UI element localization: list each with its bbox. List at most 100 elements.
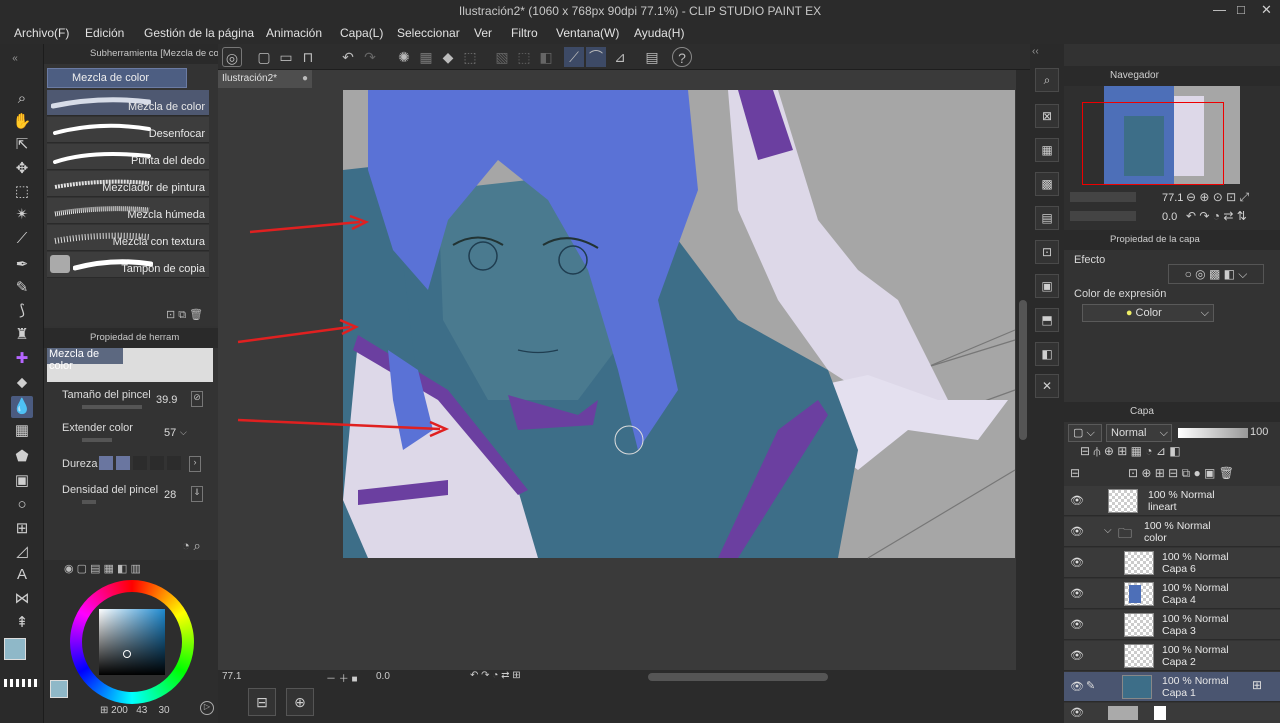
crop-icon[interactable]: ⬚ xyxy=(514,47,534,67)
color-panel-tabs[interactable]: ◉ ▢ ▤ ▦ ◧ ▥ xyxy=(64,562,141,575)
brush-item-punta-del-dedo[interactable]: Punta del dedo xyxy=(47,144,209,170)
extend-color-slider[interactable] xyxy=(82,438,112,442)
layer-row[interactable]: 👁 100 % Normal Capa 2 xyxy=(1064,641,1280,671)
rotation-controls-icon[interactable]: ↶ ↷ ◔ ⇄ ⊞ xyxy=(470,670,521,681)
layer-lock-icons[interactable]: ⊟ ⫛ ⊕ ⊞ ▦ ◔ ⊿ ◧ xyxy=(1080,444,1181,459)
navigator-rotation-value[interactable]: 0.0 xyxy=(1162,211,1177,223)
eye-icon[interactable]: 👁 xyxy=(1070,618,1084,631)
gradient-mesh-icon[interactable]: ▦ xyxy=(11,420,33,442)
brush-item-mezcla-de-color[interactable]: Mezcla de color xyxy=(47,90,209,116)
document-tab[interactable]: Ilustración2* ● xyxy=(218,70,312,88)
page-manager-icon[interactable]: ⊟ xyxy=(248,688,276,716)
layer-action-icons[interactable]: ⊡ ⊕ ⊞ ⊟ ⧉ ● ▣ 🗑 xyxy=(1128,466,1234,481)
brush-density-slider[interactable] xyxy=(82,500,96,504)
menu-edit[interactable]: Edición xyxy=(85,26,124,40)
snap-icon[interactable]: ⌒ xyxy=(586,47,606,67)
undo-icon[interactable]: ↶ xyxy=(338,47,358,67)
menu-page[interactable]: Gestión de la página xyxy=(144,26,254,40)
layer-row-selected[interactable]: 👁 ✎ 100 % Normal Capa 1 ⊞ xyxy=(1064,672,1280,702)
close-tab-icon[interactable]: ● xyxy=(302,70,308,88)
stabilizer-icon[interactable]: ⟋ xyxy=(564,47,584,67)
selection-tool-icon[interactable]: ⬚ xyxy=(11,181,33,203)
eyedropper-icon[interactable]: ⟋ xyxy=(11,228,33,250)
brush-size-value[interactable]: 39.9 xyxy=(156,394,177,406)
frame-tool-icon[interactable]: ⊞ xyxy=(11,518,33,540)
brush-item-tampon-de-copia[interactable]: Tampón de copia xyxy=(47,252,209,278)
transform-icon[interactable]: ⬚ xyxy=(460,47,480,67)
menu-filter[interactable]: Filtro xyxy=(511,26,538,40)
spinner-icon[interactable]: ⌵ xyxy=(180,427,187,438)
zoom-controls-icon[interactable]: － ＋ ■ xyxy=(326,670,358,685)
quick-action-6-icon[interactable]: ▣ xyxy=(1035,274,1059,298)
airbrush-tool-icon[interactable]: ♜ xyxy=(11,324,33,346)
navigator-zoom-controls-icon[interactable]: ⊖ ⊕ ⊙ ⊡ ⤢ xyxy=(1186,190,1249,205)
brush-item-desenfocar[interactable]: Desenfocar xyxy=(47,117,209,143)
opacity-value[interactable]: 100 xyxy=(1250,426,1268,438)
clear-outside-icon[interactable]: ▦ xyxy=(416,47,436,67)
canvas-viewport[interactable] xyxy=(218,70,1030,670)
navigator-zoom-slider[interactable] xyxy=(1070,192,1136,202)
quick-action-5-icon[interactable]: ⊡ xyxy=(1035,240,1059,264)
layer-folder-row[interactable]: 👁 ⌵ 🗀 100 % Normal color xyxy=(1064,517,1280,547)
open-file-icon[interactable]: ▭ xyxy=(276,47,296,67)
operation-tool-icon[interactable]: ⇱ xyxy=(11,134,33,156)
close-icon[interactable]: ✕ xyxy=(1261,2,1272,18)
quick-action-7-icon[interactable]: ⬒ xyxy=(1035,308,1059,332)
hardness-step-1[interactable] xyxy=(99,456,113,470)
text-tool-icon[interactable]: A xyxy=(11,564,33,586)
search-icon[interactable]: ⌕ xyxy=(1035,68,1059,92)
paper-layer-row[interactable]: 👁 xyxy=(1064,703,1280,723)
layer-row[interactable]: 👁 100 % Normal lineart xyxy=(1064,486,1280,516)
quick-action-8-icon[interactable]: ◧ xyxy=(1035,342,1059,366)
blend-tool-icon[interactable]: 💧 xyxy=(11,396,33,418)
vertical-scrollbar[interactable] xyxy=(1016,70,1030,670)
subtool-footer-icons[interactable]: ⊡ ⧉ 🗑 xyxy=(166,308,203,322)
navigator-viewport-rect[interactable] xyxy=(1082,102,1224,185)
timeline-icon[interactable]: ▤ xyxy=(642,47,662,67)
menu-window[interactable]: Ventana(W) xyxy=(556,26,619,40)
help-icon[interactable]: ? xyxy=(672,47,692,67)
pressure-icon[interactable]: ⇓ xyxy=(191,486,203,502)
rotation-value[interactable]: 0.0 xyxy=(376,671,390,682)
brush-size-slider[interactable] xyxy=(82,405,142,409)
quick-action-2-icon[interactable]: ▦ xyxy=(1035,138,1059,162)
color-panel-main-swatch[interactable] xyxy=(50,680,68,698)
brush-density-value[interactable]: 28 xyxy=(164,489,176,501)
invert-selection-icon[interactable]: ◧ xyxy=(536,47,556,67)
expression-color-select[interactable]: ● Color ⌵ xyxy=(1082,304,1214,322)
collapse-left-icon[interactable]: « xyxy=(4,48,26,70)
pencil-tool-icon[interactable]: ✎ xyxy=(11,277,33,299)
color-wheel[interactable] xyxy=(70,580,194,704)
quick-action-9-icon[interactable]: ✕ xyxy=(1035,374,1059,398)
zoom-value[interactable]: 77.1 xyxy=(222,671,241,682)
balloon-tool-icon[interactable]: ⋈ xyxy=(11,588,33,610)
layer-row[interactable]: 👁 100 % Normal Capa 6 xyxy=(1064,548,1280,578)
saturation-value-square[interactable] xyxy=(99,609,165,675)
collapse-right-icon[interactable]: ‹‹ xyxy=(1032,46,1039,57)
redo-icon[interactable]: ↷ xyxy=(360,47,380,67)
pen-tool-icon[interactable]: ✒ xyxy=(11,254,33,276)
chevron-right-icon[interactable]: › xyxy=(189,456,201,472)
menu-animation[interactable]: Animación xyxy=(266,26,322,40)
decoration-tool-icon[interactable]: ✚ xyxy=(11,348,33,370)
menu-help[interactable]: Ayuda(H) xyxy=(634,26,684,40)
layer-row[interactable]: 👁 100 % Normal Capa 3 xyxy=(1064,610,1280,640)
opacity-slider[interactable] xyxy=(1178,428,1248,438)
correct-line-icon[interactable]: ⇞ xyxy=(11,612,33,634)
menu-layer[interactable]: Capa(L) xyxy=(340,26,383,40)
zoom-tool-icon[interactable]: ⌕ xyxy=(11,88,33,110)
brush-item-mezclador-de-pintura[interactable]: Mezclador de pintura xyxy=(47,171,209,197)
color-mode-icon[interactable]: ▷ xyxy=(200,701,214,715)
auto-select-icon[interactable]: ✴ xyxy=(11,204,33,226)
extend-color-value[interactable]: 57 xyxy=(164,427,176,439)
eye-icon[interactable]: 👁 xyxy=(1070,494,1084,507)
eye-icon[interactable]: 👁 xyxy=(1070,556,1084,569)
chevron-down-icon[interactable]: ⌵ xyxy=(1104,525,1112,536)
layer-lock-icon[interactable]: ⊞ xyxy=(1252,678,1262,692)
layer-view-icon[interactable]: ⊟ xyxy=(1070,466,1080,480)
eraser-tool-icon[interactable]: ⬥ xyxy=(11,372,33,394)
menu-file[interactable]: Archivo(F) xyxy=(14,26,69,40)
eye-icon[interactable]: 👁 xyxy=(1070,649,1084,662)
transparent-color-swatch[interactable] xyxy=(4,679,40,687)
menu-view[interactable]: Ver xyxy=(474,26,492,40)
